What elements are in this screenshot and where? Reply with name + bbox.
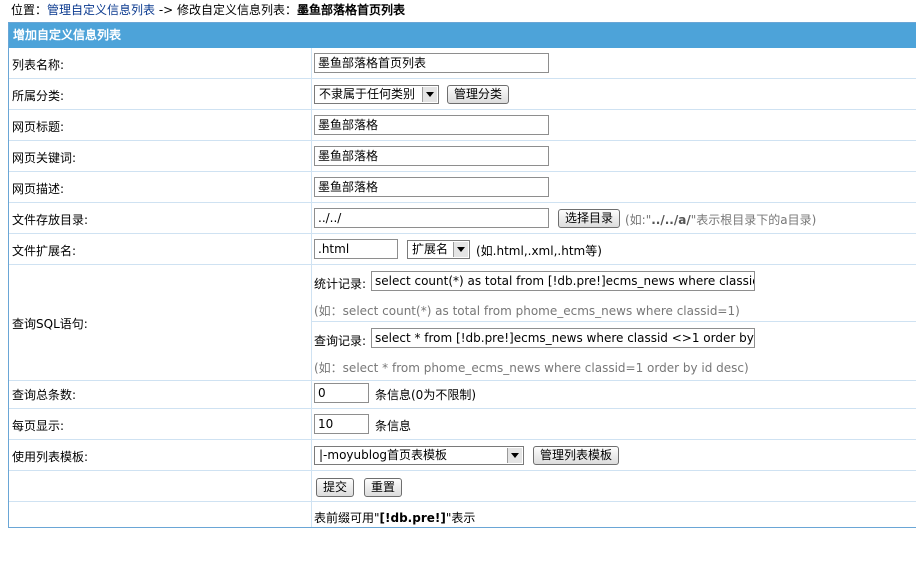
row-category: 所属分类: 不隶属于任何类别 管理分类 — [9, 79, 916, 110]
directory-hint: (如:"../../a/"表示根目录下的a目录) — [625, 211, 816, 228]
list-name-input[interactable]: 墨鱼部落格首页列表 — [314, 53, 549, 73]
prefix-note-pre: 表前缀可用" — [314, 511, 380, 525]
records-query-input[interactable]: select * from [!db.pre!]ecms_news where … — [371, 328, 755, 348]
template-label: 使用列表模板: — [12, 450, 89, 464]
chevron-down-icon — [422, 87, 437, 102]
row-page-description: 网页描述: 墨鱼部落格 — [9, 172, 916, 203]
list-name-label: 列表名称: — [12, 58, 65, 72]
template-select[interactable]: |-moyublog首页表模板 — [314, 446, 524, 465]
row-extension: 文件扩展名: .html 扩展名 (如.html,.xml,.htm等) — [9, 234, 916, 265]
row-list-name: 列表名称: 墨鱼部落格首页列表 — [9, 48, 916, 79]
chevron-down-icon — [453, 242, 468, 257]
choose-directory-button[interactable]: 选择目录 — [558, 209, 621, 228]
records-query-label: 查询记录: — [314, 334, 367, 348]
row-directory: 文件存放目录: ../../ 选择目录 (如:"../../a/"表示根目录下的… — [9, 203, 916, 234]
row-page-keywords: 网页关键词: 墨鱼部落格 — [9, 141, 916, 172]
row-actions: 提交 重置 — [9, 471, 916, 502]
panel-title: 增加自定义信息列表 — [9, 23, 916, 48]
extension-label: 文件扩展名: — [12, 244, 77, 258]
extension-hint: (如.html,.xml,.htm等) — [476, 244, 602, 258]
count-query-hint: (如：select count(*) as total from phome_e… — [314, 304, 740, 318]
total-label: 查询总条数: — [12, 388, 77, 402]
page-keywords-input[interactable]: 墨鱼部落格 — [314, 146, 549, 166]
per-page-input[interactable]: 10 — [314, 414, 369, 434]
form-panel: 增加自定义信息列表 列表名称: 墨鱼部落格首页列表 所属分类: 不隶属于任何类别… — [8, 22, 916, 528]
category-select[interactable]: 不隶属于任何类别 — [314, 85, 439, 104]
row-total: 查询总条数: 0 条信息(0为不限制) — [9, 378, 916, 409]
prefix-note-bold: [!db.pre!] — [379, 511, 446, 525]
directory-hint-bold: ../../a/ — [651, 213, 691, 227]
page-title-input[interactable]: 墨鱼部落格 — [314, 115, 549, 135]
per-page-label: 每页显示: — [12, 419, 65, 433]
count-query-input[interactable]: select count(*) as total from [!db.pre!]… — [371, 271, 755, 291]
prefix-note: 表前缀可用"[!db.pre!]"表示 — [314, 509, 475, 526]
row-note: 表前缀可用"[!db.pre!]"表示 — [9, 502, 916, 529]
submit-button[interactable]: 提交 — [316, 478, 355, 497]
directory-hint-pre: (如:" — [625, 213, 652, 227]
directory-input[interactable]: ../../ — [314, 208, 549, 228]
total-suffix: 条信息(0为不限制) — [375, 388, 476, 402]
page-description-input[interactable]: 墨鱼部落格 — [314, 177, 549, 197]
breadcrumb: 位置：管理自定义信息列表 -> 修改自定义信息列表：墨鱼部落格首页列表 — [11, 2, 405, 18]
extension-input[interactable]: .html — [314, 239, 398, 259]
per-page-suffix: 条信息 — [375, 419, 412, 433]
row-sql: 查询SQL语句: 统计记录: select count(*) as total … — [9, 265, 916, 381]
records-query-hint: (如：select * from phome_ecms_news where c… — [314, 361, 749, 375]
template-select-value: |-moyublog首页表模板 — [319, 448, 448, 462]
page-description-label: 网页描述: — [12, 182, 65, 196]
manage-template-button[interactable]: 管理列表模板 — [533, 446, 620, 465]
category-label: 所属分类: — [12, 89, 65, 103]
page-title-label: 网页标题: — [12, 120, 65, 134]
directory-label: 文件存放目录: — [12, 213, 89, 227]
count-query-label: 统计记录: — [314, 277, 367, 291]
row-page-title: 网页标题: 墨鱼部落格 — [9, 110, 916, 141]
extension-select[interactable]: 扩展名 — [407, 240, 470, 259]
manage-category-button[interactable]: 管理分类 — [447, 85, 510, 104]
category-select-value: 不隶属于任何类别 — [319, 87, 416, 101]
sql-label: 查询SQL语句: — [12, 317, 88, 331]
total-input[interactable]: 0 — [314, 383, 369, 403]
chevron-down-icon — [507, 448, 522, 463]
breadcrumb-current: 墨鱼部落格首页列表 — [297, 3, 406, 17]
breadcrumb-separator: -> 修改自定义信息列表： — [155, 3, 298, 17]
directory-hint-post: "表示根目录下的a目录) — [690, 213, 817, 227]
row-per-page: 每页显示: 10 条信息 — [9, 409, 916, 440]
sql-divider — [311, 321, 916, 322]
extension-select-value: 扩展名 — [412, 242, 449, 256]
breadcrumb-prefix: 位置： — [11, 3, 48, 17]
reset-button[interactable]: 重置 — [364, 478, 403, 497]
page-keywords-label: 网页关键词: — [12, 151, 77, 165]
row-template: 使用列表模板: |-moyublog首页表模板 管理列表模板 — [9, 440, 916, 471]
breadcrumb-link-list-manage[interactable]: 管理自定义信息列表 — [47, 3, 155, 17]
prefix-note-post: "表示 — [445, 511, 476, 525]
